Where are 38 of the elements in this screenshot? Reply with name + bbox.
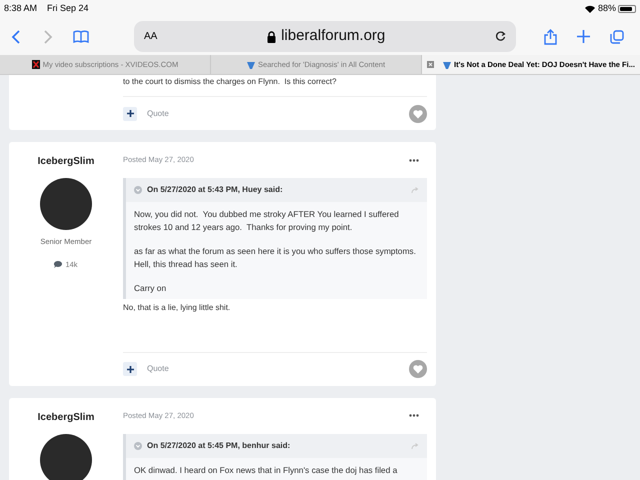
author-name[interactable]: IcebergSlim: [38, 154, 94, 169]
quote-header: On 5/27/2020 at 5:43 PM, Huey said:: [147, 184, 283, 196]
close-icon[interactable]: [427, 61, 434, 68]
book-icon[interactable]: [73, 30, 89, 43]
address-bar[interactable]: AA liberalforum.org: [134, 21, 516, 52]
quote-text: Carry on: [134, 282, 168, 294]
quote-text: OK dinwad. I heard on Fox news that in Flynn's case the doj has filed a: [134, 464, 398, 476]
x-favicon-icon: [32, 60, 40, 69]
more-options-icon[interactable]: [409, 414, 419, 417]
plus-button[interactable]: [123, 106, 137, 120]
battery-percent: 88%: [598, 2, 616, 16]
status-time: 8:38 AM: [4, 2, 38, 16]
wifi-icon: [584, 5, 595, 13]
lock-icon: [267, 30, 276, 42]
funnel-favicon-icon: [246, 60, 255, 68]
post-text: No, that is a lie, lying little shit.: [123, 302, 232, 314]
quote-header: On 5/27/2020 at 5:45 PM, benhur said:: [147, 440, 290, 452]
back-icon[interactable]: [11, 30, 21, 44]
quote-text: Now, you did not. You dubbed me stroky AFTER You learned I suffered strokes 10 and 12 years ago. Thanks for proving my point.: [134, 208, 400, 233]
author-name[interactable]: IcebergSlim: [38, 410, 94, 424]
battery-icon: [618, 5, 636, 13]
plus-button[interactable]: [123, 362, 137, 376]
reader-label[interactable]: AA: [144, 29, 158, 44]
post-text: to the court to dismiss the charges on Flynn. Is this correct?: [123, 76, 338, 88]
status-date: Fri Sep 24: [47, 2, 89, 16]
avatar-placeholder: [40, 434, 92, 480]
tabs-overview-icon[interactable]: [610, 30, 624, 44]
more-options-icon[interactable]: [409, 158, 419, 162]
plus-icon: [126, 366, 134, 372]
quote-text: as far as what the forum as seen here it is you who suffers those symptoms. Hell, this thread has seen it.: [134, 245, 417, 270]
funnel-favicon-icon: [443, 60, 451, 68]
reload-icon[interactable]: [495, 31, 506, 42]
avatar-placeholder: [40, 178, 92, 230]
plus-icon[interactable]: [577, 30, 590, 43]
url-text: liberalforum.org: [281, 26, 386, 46]
speech-bubble-icon: [54, 261, 62, 268]
plus-icon: [126, 110, 134, 117]
share-icon[interactable]: [544, 28, 557, 44]
